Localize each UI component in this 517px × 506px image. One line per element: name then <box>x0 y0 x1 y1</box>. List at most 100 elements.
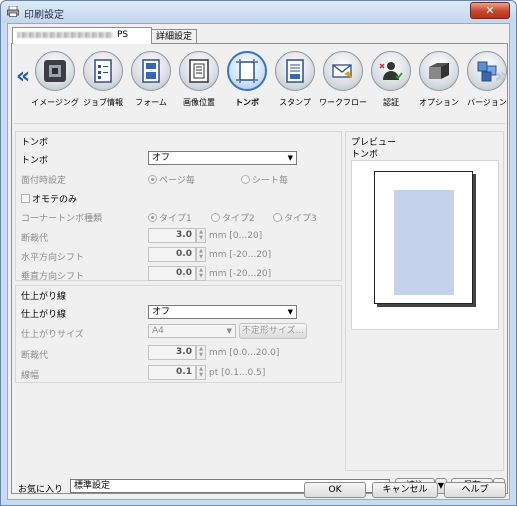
toolbar-item-stamp[interactable]: スタンプ <box>272 49 318 119</box>
horizontal-shift-label: 水平方向シフト <box>21 253 85 263</box>
preview-image-area <box>394 190 454 295</box>
bleed-spinner[interactable]: ▲ ▼ <box>196 228 206 243</box>
toolbar-item-options[interactable]: オプション <box>416 49 462 119</box>
imaging-icon <box>35 51 75 91</box>
scroll-right-arrow[interactable]: » <box>494 64 508 89</box>
authentication-icon <box>371 51 411 91</box>
per-page-radio[interactable]: ページ毎 <box>148 173 195 186</box>
toolbar-label-crop-marks: トンボ <box>235 98 259 107</box>
favorites-label: お気に入り <box>18 485 64 495</box>
toolbar-item-imaging[interactable]: イメージング <box>31 49 79 119</box>
type3-radio[interactable]: タイプ3 <box>273 211 317 224</box>
toolbar-label-job-info: ジョブ情報 <box>83 98 123 107</box>
vertical-shift-input[interactable]: 0.0 <box>148 266 196 281</box>
crop-marks-select-value: オフ <box>152 153 171 163</box>
stamp-icon <box>275 51 315 91</box>
tab-printer[interactable]: PS <box>12 27 152 44</box>
options-icon <box>419 51 459 91</box>
job-info-icon <box>83 51 123 91</box>
radio-unselected-icon <box>273 213 282 222</box>
type1-radio[interactable]: タイプ1 <box>148 211 192 224</box>
finish-lines-label: 仕上がり線 <box>21 310 67 320</box>
toolbar-item-crop-marks[interactable]: トンボ <box>224 49 270 119</box>
per-sheet-label: シート毎 <box>252 176 289 186</box>
tab-detail-settings[interactable]: 詳細設定 <box>151 29 197 44</box>
vertical-shift-label: 垂直方向シフト <box>21 272 85 282</box>
finish-bleed-unit: mm [0.0...20.0] <box>209 348 280 358</box>
custom-size-button[interactable]: 不定形サイズ... <box>239 323 307 339</box>
printer-icon <box>7 6 19 17</box>
type2-radio[interactable]: タイプ2 <box>211 211 255 224</box>
crop-marks-section-title: トンボ <box>21 138 49 148</box>
chevron-down-icon: ▼ <box>226 327 232 335</box>
ok-button[interactable]: OK <box>304 482 366 498</box>
radio-selected-icon <box>148 213 157 222</box>
type1-label: タイプ1 <box>159 214 192 224</box>
line-width-input[interactable]: 0.1 <box>148 365 196 380</box>
toolbar-label-options: オプション <box>419 98 459 107</box>
toolbar-item-authentication[interactable]: 認証 <box>368 49 414 119</box>
workflow-icon <box>323 51 363 91</box>
imposition-label: 面付時設定 <box>21 176 67 186</box>
finish-lines-select[interactable]: オフ ▼ <box>148 305 297 319</box>
front-only-label: オモテのみ <box>32 195 78 205</box>
front-only-checkbox[interactable]: オモテのみ <box>21 192 77 205</box>
toolbar-label-workflow: ワークフロー <box>319 98 367 107</box>
line-width-spinner[interactable]: ▲ ▼ <box>196 365 206 380</box>
finish-size-select[interactable]: A4 ▼ <box>148 324 236 338</box>
toolbar-label-imaging: イメージング <box>31 98 79 107</box>
per-page-label: ページ毎 <box>159 176 195 186</box>
per-sheet-radio[interactable]: シート毎 <box>241 173 288 186</box>
checkbox-icon <box>21 194 30 203</box>
toolbar-label-version: バージョン <box>467 98 507 107</box>
crop-marks-group: トンボ トンボ オフ ▼ 面付時設定 ページ毎 シート毎 オモテのみ コーナートン… <box>15 131 342 282</box>
form-icon <box>131 51 171 91</box>
finish-bleed-input[interactable]: 3.0 <box>148 345 196 360</box>
crop-marks-icon <box>227 51 267 91</box>
finish-lines-group: 仕上がり線 仕上がり線 オフ ▼ 仕上がりサイズ A4 ▼ 不定形サイズ... 断裁… <box>15 285 342 383</box>
chevron-down-icon: ▼ <box>287 308 293 316</box>
vertical-shift-unit: mm [-20...20] <box>209 269 272 279</box>
chevron-down-icon: ▼ <box>287 154 293 162</box>
toolbar-label-stamp: スタンプ <box>279 98 311 107</box>
line-width-unit: pt [0.1...0.5] <box>209 368 266 378</box>
preview-subtitle: トンボ <box>351 150 379 160</box>
type2-label: タイプ2 <box>222 214 255 224</box>
finish-size-select-value: A4 <box>152 326 164 336</box>
line-width-label: 線幅 <box>21 371 40 381</box>
close-button[interactable]: ✕ <box>470 2 510 19</box>
finish-bleed-spinner[interactable]: ▲ ▼ <box>196 345 206 360</box>
crop-marks-select[interactable]: オフ ▼ <box>148 151 297 165</box>
toolbar-item-image-position[interactable]: 画像位置 <box>176 49 222 119</box>
horizontal-shift-input[interactable]: 0.0 <box>148 247 196 262</box>
radio-unselected-icon <box>241 175 250 184</box>
cancel-button[interactable]: キャンセル <box>372 482 438 498</box>
scroll-left-arrow[interactable]: « <box>16 64 30 89</box>
preview-canvas <box>351 160 499 330</box>
preview-group: プレビュー トンボ <box>345 131 504 471</box>
type3-label: タイプ3 <box>284 214 317 224</box>
window-title: 印刷設定 <box>24 10 64 21</box>
radio-unselected-icon <box>211 213 220 222</box>
corner-type-label: コーナートンボ種類 <box>21 214 103 224</box>
toolbar-label-authentication: 認証 <box>383 98 399 107</box>
finish-bleed-label: 断裁代 <box>21 351 49 361</box>
blurred-printer-name <box>17 31 113 38</box>
horizontal-shift-unit: mm [-20...20] <box>209 250 272 260</box>
vertical-shift-spinner[interactable]: ▲ ▼ <box>196 266 206 281</box>
toolbar-item-job-info[interactable]: ジョブ情報 <box>80 49 126 119</box>
image-position-icon <box>179 51 219 91</box>
help-button[interactable]: ヘルプ <box>444 482 506 498</box>
function-toolbar: « イメージング ジョブ情報 フォーム 画像位置 トンボ スタンプ ワークフロー… <box>12 44 508 124</box>
finish-lines-select-value: オフ <box>152 307 171 317</box>
toolbar-label-image-position: 画像位置 <box>183 98 215 107</box>
crop-marks-label: トンボ <box>21 156 49 166</box>
bleed-input[interactable]: 3.0 <box>148 228 196 243</box>
horizontal-shift-spinner[interactable]: ▲ ▼ <box>196 247 206 262</box>
settings-panel: « イメージング ジョブ情報 フォーム 画像位置 トンボ スタンプ ワークフロー… <box>11 43 508 495</box>
title-bar: 印刷設定 ✕ <box>1 1 516 23</box>
radio-selected-icon <box>148 175 157 184</box>
toolbar-divider <box>14 123 505 124</box>
toolbar-item-form[interactable]: フォーム <box>128 49 174 119</box>
toolbar-item-workflow[interactable]: ワークフロー <box>319 49 367 119</box>
